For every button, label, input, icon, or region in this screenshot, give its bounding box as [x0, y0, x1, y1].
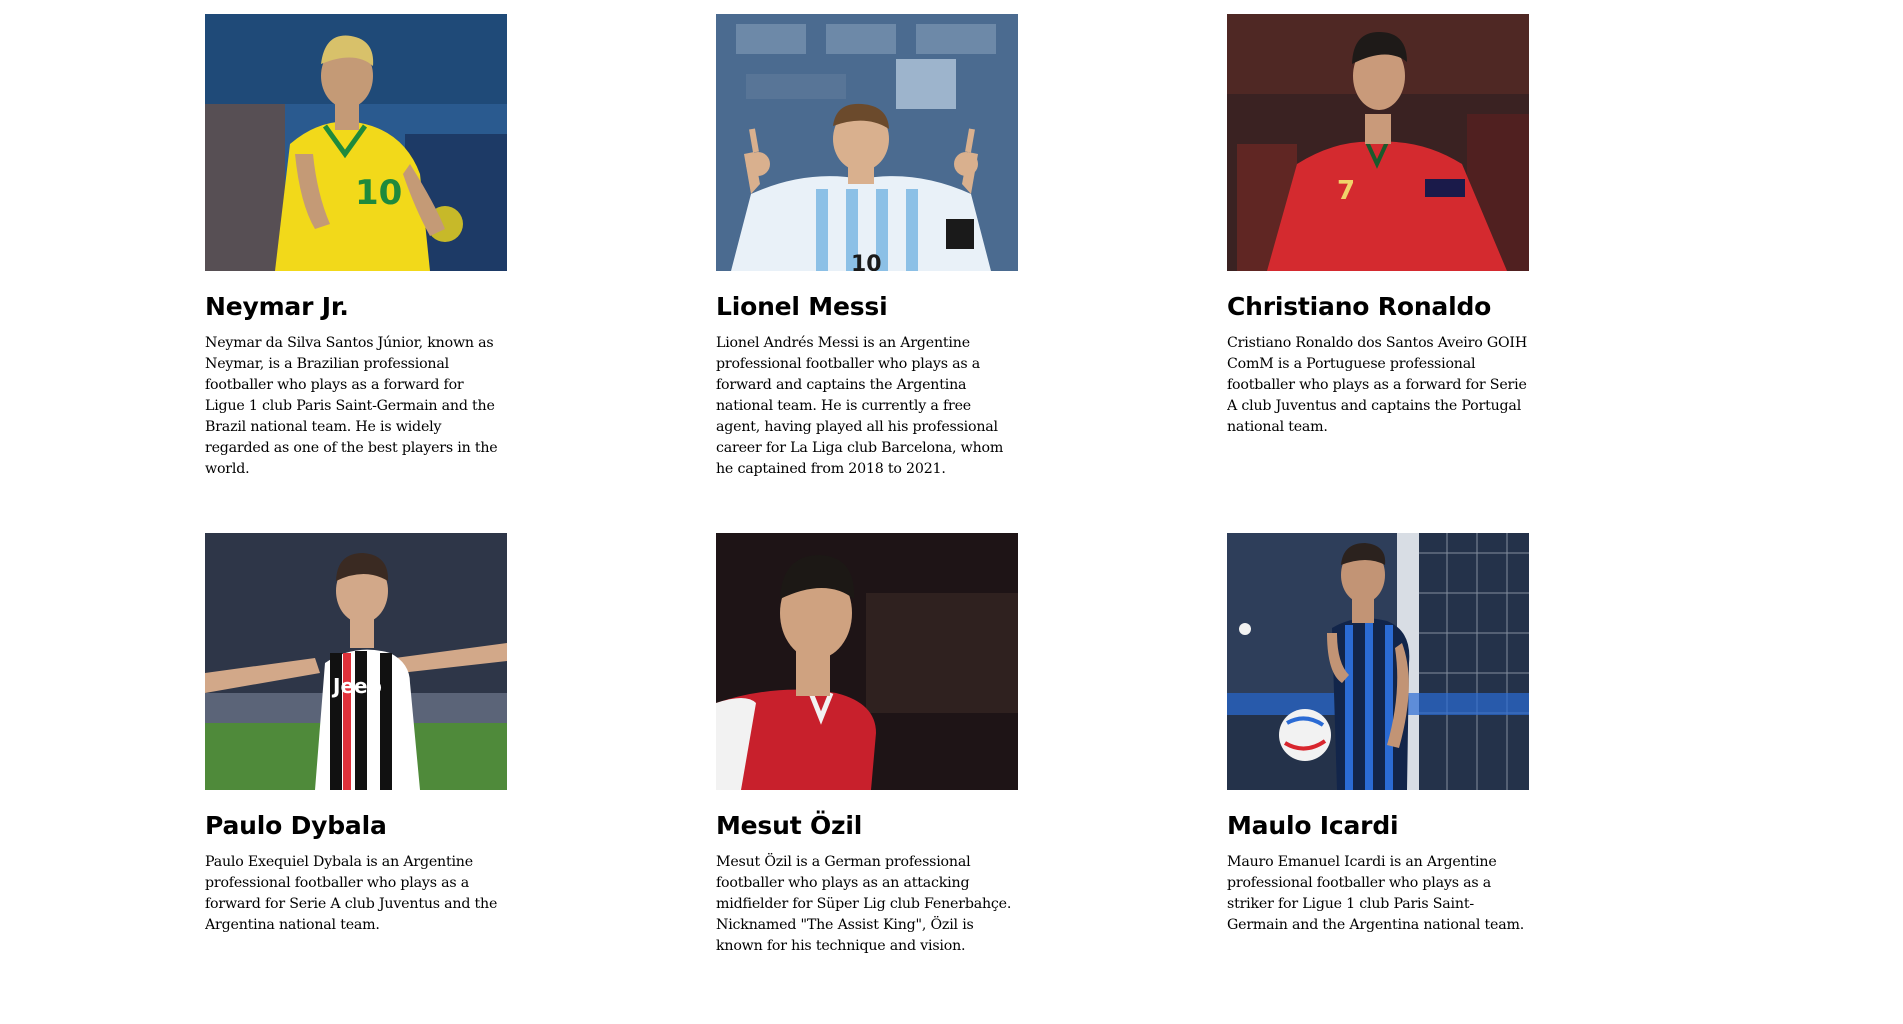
- player-name: Paulo Dybala: [205, 811, 387, 840]
- ronaldo-photo-illustration: 7: [1227, 14, 1529, 271]
- player-name: Christiano Ronaldo: [1227, 292, 1492, 321]
- svg-text:7: 7: [1337, 176, 1355, 206]
- player-photo-messi: 10: [716, 14, 1018, 271]
- player-photo-dybala: Jeep: [205, 533, 507, 790]
- player-bio: Paulo Exequiel Dybala is an Argentine pr…: [205, 854, 498, 933]
- player-name: Mesut Özil: [716, 811, 863, 840]
- player-card-ronaldo: 7 Christiano Ronaldo Cristiano Ronaldo d…: [1227, 14, 1529, 505]
- dybala-photo-illustration: Jeep: [205, 533, 507, 790]
- player-bio: Mauro Emanuel Icardi is an Argentine pro…: [1227, 854, 1525, 933]
- player-bio: Mesut Özil is a German professional foot…: [716, 854, 1012, 954]
- player-name: Neymar Jr.: [205, 292, 349, 321]
- player-photo-ozil: [716, 533, 1018, 790]
- messi-photo-illustration: 10: [716, 14, 1018, 271]
- ozil-photo-illustration: [716, 533, 1018, 790]
- player-bio: Neymar da Silva Santos Júnior, known as …: [205, 335, 498, 477]
- player-card-icardi: Maulo Icardi Mauro Emanuel Icardi is an …: [1227, 533, 1529, 1024]
- player-grid: 10 Neymar Jr. Neymar da Silva Santos Jún…: [205, 14, 1529, 1024]
- player-card-ozil: Mesut Özil Mesut Özil is a German profes…: [716, 533, 1018, 1024]
- svg-text:10: 10: [355, 173, 402, 213]
- player-card-neymar: 10 Neymar Jr. Neymar da Silva Santos Jún…: [205, 14, 507, 505]
- svg-text:Jeep: Jeep: [331, 674, 382, 698]
- icardi-photo-illustration: [1227, 533, 1529, 790]
- svg-text:10: 10: [851, 252, 882, 271]
- player-photo-neymar: 10: [205, 14, 507, 271]
- player-name: Maulo Icardi: [1227, 811, 1399, 840]
- player-name: Lionel Messi: [716, 292, 888, 321]
- player-bio: Lionel Andrés Messi is an Argentine prof…: [716, 335, 1004, 477]
- player-photo-icardi: [1227, 533, 1529, 790]
- player-bio: Cristiano Ronaldo dos Santos Aveiro GOIH…: [1227, 335, 1527, 435]
- player-card-messi: 10 Lionel Messi Lionel Andrés Messi is a…: [716, 14, 1018, 505]
- player-photo-ronaldo: 7: [1227, 14, 1529, 271]
- player-card-dybala: Jeep Paulo Dybala Paulo Exequiel Dybala …: [205, 533, 507, 1024]
- neymar-photo-illustration: 10: [205, 14, 507, 271]
